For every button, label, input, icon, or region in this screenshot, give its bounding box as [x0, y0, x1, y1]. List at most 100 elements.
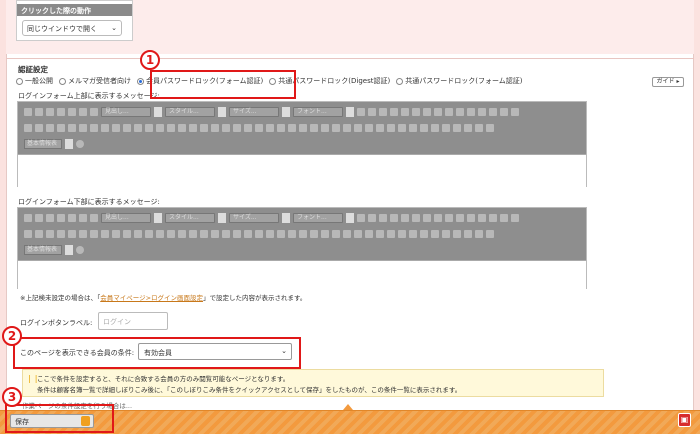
toolbar-icon[interactable] — [431, 124, 439, 132]
toolbar-icon[interactable] — [200, 124, 208, 132]
toolbar-icon[interactable] — [233, 230, 241, 238]
toolbar-icon[interactable] — [445, 108, 453, 116]
toolbar-icon[interactable] — [489, 214, 497, 222]
toolbar-icon[interactable] — [409, 230, 417, 238]
toolbar-icon[interactable] — [412, 108, 420, 116]
toolbar-icon[interactable] — [156, 124, 164, 132]
size-dropdown[interactable]: サイズ... — [229, 213, 279, 223]
toolbar-icon[interactable] — [24, 124, 32, 132]
toolbar-icon[interactable] — [266, 124, 274, 132]
toolbar-icon[interactable] — [442, 124, 450, 132]
toolbar-icon[interactable] — [57, 214, 65, 222]
toolbar-icon[interactable] — [368, 214, 376, 222]
toolbar-icon[interactable] — [277, 230, 285, 238]
toolbar-icon[interactable] — [453, 124, 461, 132]
chevron-down-icon[interactable] — [218, 107, 226, 117]
toolbar-icon[interactable] — [478, 214, 486, 222]
toolbar-icon[interactable] — [79, 124, 87, 132]
toolbar-icon[interactable] — [376, 124, 384, 132]
toolbar-icon[interactable] — [390, 108, 398, 116]
toolbar-icon[interactable] — [90, 108, 98, 116]
toolbar-icon[interactable] — [387, 230, 395, 238]
toolbar-icon[interactable] — [211, 230, 219, 238]
template-dropdown[interactable]: 基本情報表 — [24, 139, 62, 149]
toolbar-icon[interactable] — [423, 108, 431, 116]
toolbar-icon[interactable] — [475, 230, 483, 238]
toolbar-icon[interactable] — [401, 214, 409, 222]
toolbar-icon[interactable] — [244, 230, 252, 238]
toolbar-icon[interactable] — [321, 230, 329, 238]
style-dropdown[interactable]: スタイル... — [165, 107, 215, 117]
toolbar-icon[interactable] — [401, 108, 409, 116]
login-button-input[interactable]: ログイン — [98, 312, 168, 330]
toolbar-icon[interactable] — [57, 108, 65, 116]
toolbar-icon[interactable] — [343, 230, 351, 238]
toolbar-icon[interactable] — [68, 108, 76, 116]
toolbar-icon[interactable] — [46, 230, 54, 238]
toolbar-icon[interactable] — [145, 230, 153, 238]
toolbar-icon[interactable] — [299, 230, 307, 238]
toolbar-icon[interactable] — [35, 124, 43, 132]
toolbar-icon[interactable] — [376, 230, 384, 238]
toolbar-icon[interactable] — [486, 124, 494, 132]
toolbar-icon[interactable] — [68, 214, 76, 222]
toolbar-icon[interactable] — [79, 230, 87, 238]
toolbar-icon[interactable] — [434, 108, 442, 116]
toolbar-icon[interactable] — [134, 230, 142, 238]
toolbar-icon[interactable] — [354, 124, 362, 132]
chevron-down-icon[interactable] — [218, 213, 226, 223]
toolbar-icon[interactable] — [453, 230, 461, 238]
toolbar-icon[interactable] — [24, 214, 32, 222]
toolbar-icon[interactable] — [79, 108, 87, 116]
chevron-down-icon[interactable] — [346, 107, 354, 117]
toolbar-icon[interactable] — [365, 230, 373, 238]
toolbar-icon[interactable] — [178, 124, 186, 132]
size-dropdown[interactable]: サイズ... — [229, 107, 279, 117]
chevron-down-icon[interactable] — [282, 107, 290, 117]
toolbar-icon[interactable] — [434, 214, 442, 222]
toolbar-icon[interactable] — [409, 124, 417, 132]
toolbar-icon[interactable] — [387, 124, 395, 132]
toolbar-icon[interactable] — [379, 108, 387, 116]
toolbar-icon[interactable] — [456, 108, 464, 116]
radio-common-form[interactable]: 共通パスワードロック(フォーム認証) — [396, 76, 522, 86]
toolbar-icon[interactable] — [379, 214, 387, 222]
toolbar-icon[interactable] — [35, 230, 43, 238]
toolbar-icon[interactable] — [343, 124, 351, 132]
font-dropdown[interactable]: フォント... — [293, 107, 343, 117]
template-dropdown[interactable]: 基本情報表 — [24, 245, 62, 255]
toolbar-icon[interactable] — [277, 124, 285, 132]
toolbar-icon[interactable] — [456, 214, 464, 222]
toolbar-icon[interactable] — [398, 124, 406, 132]
toolbar-icon[interactable] — [431, 230, 439, 238]
toolbar-icon[interactable] — [412, 214, 420, 222]
toolbar-icon[interactable] — [101, 124, 109, 132]
toolbar-icon[interactable] — [464, 230, 472, 238]
toolbar-icon[interactable] — [167, 230, 175, 238]
toolbar-icon[interactable] — [467, 214, 475, 222]
toolbar-icon[interactable] — [357, 214, 365, 222]
toolbar-icon[interactable] — [90, 124, 98, 132]
toolbar-icon[interactable] — [357, 108, 365, 116]
toolbar-icon[interactable] — [189, 124, 197, 132]
editor-bottom[interactable]: 見出し... スタイル... サイズ... フォント... 基本情報表 — [17, 207, 587, 289]
toolbar-icon[interactable] — [398, 230, 406, 238]
toolbar-icon[interactable] — [288, 124, 296, 132]
radio-mailmag[interactable]: メルマガ受信者向け — [59, 76, 131, 86]
font-dropdown[interactable]: フォント... — [293, 213, 343, 223]
toolbar-icon[interactable] — [310, 230, 318, 238]
toolbar-icon[interactable] — [189, 230, 197, 238]
toolbar-icon[interactable] — [200, 230, 208, 238]
toolbar-icon[interactable] — [500, 108, 508, 116]
toolbar-icon[interactable] — [90, 230, 98, 238]
toolbar-icon[interactable] — [511, 108, 519, 116]
toolbar-icon[interactable] — [24, 230, 32, 238]
toolbar-icon[interactable] — [90, 214, 98, 222]
toolbar-icon[interactable] — [368, 108, 376, 116]
toolbar-icon[interactable] — [112, 124, 120, 132]
toolbar-icon[interactable] — [145, 124, 153, 132]
toolbar-icon[interactable] — [332, 124, 340, 132]
toolbar-icon[interactable] — [46, 214, 54, 222]
toolbar-icon[interactable] — [442, 230, 450, 238]
toolbar-icon[interactable] — [24, 108, 32, 116]
